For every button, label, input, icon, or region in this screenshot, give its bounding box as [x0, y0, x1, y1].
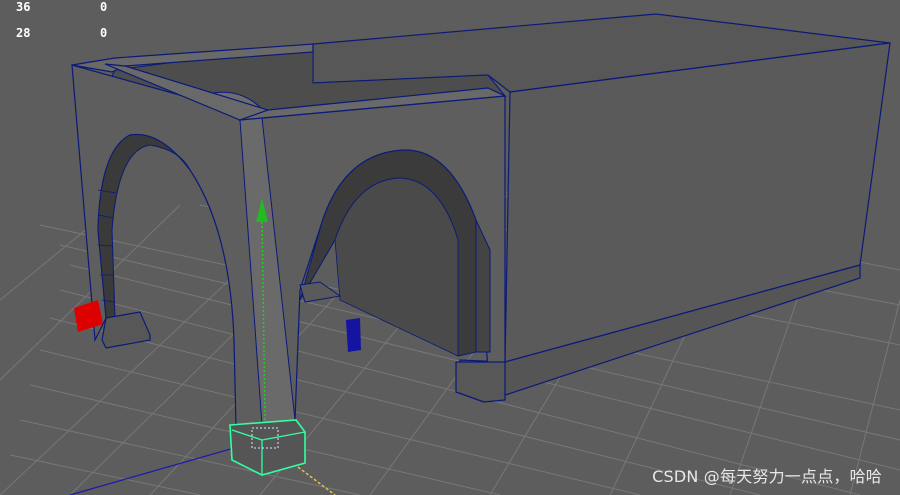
selected-pillar-base[interactable]	[229, 419, 306, 476]
hud-row: 28 0	[8, 20, 107, 46]
hud-value: 0	[100, 26, 108, 40]
hud-row: 36 0	[8, 0, 107, 20]
hud-label: 28	[16, 26, 31, 40]
hud-label: 36	[16, 0, 31, 14]
arch-wall-mesh[interactable]	[261, 95, 506, 426]
heads-up-display: 36 0 28 0	[8, 0, 107, 46]
light-locator-icon[interactable]	[346, 318, 361, 352]
hud-value: 0	[100, 0, 108, 14]
3d-viewport[interactable]	[0, 0, 900, 495]
watermark: CSDN @每天努力一点点，哈哈	[652, 467, 882, 486]
left-arch-mesh[interactable]	[71, 64, 296, 429]
